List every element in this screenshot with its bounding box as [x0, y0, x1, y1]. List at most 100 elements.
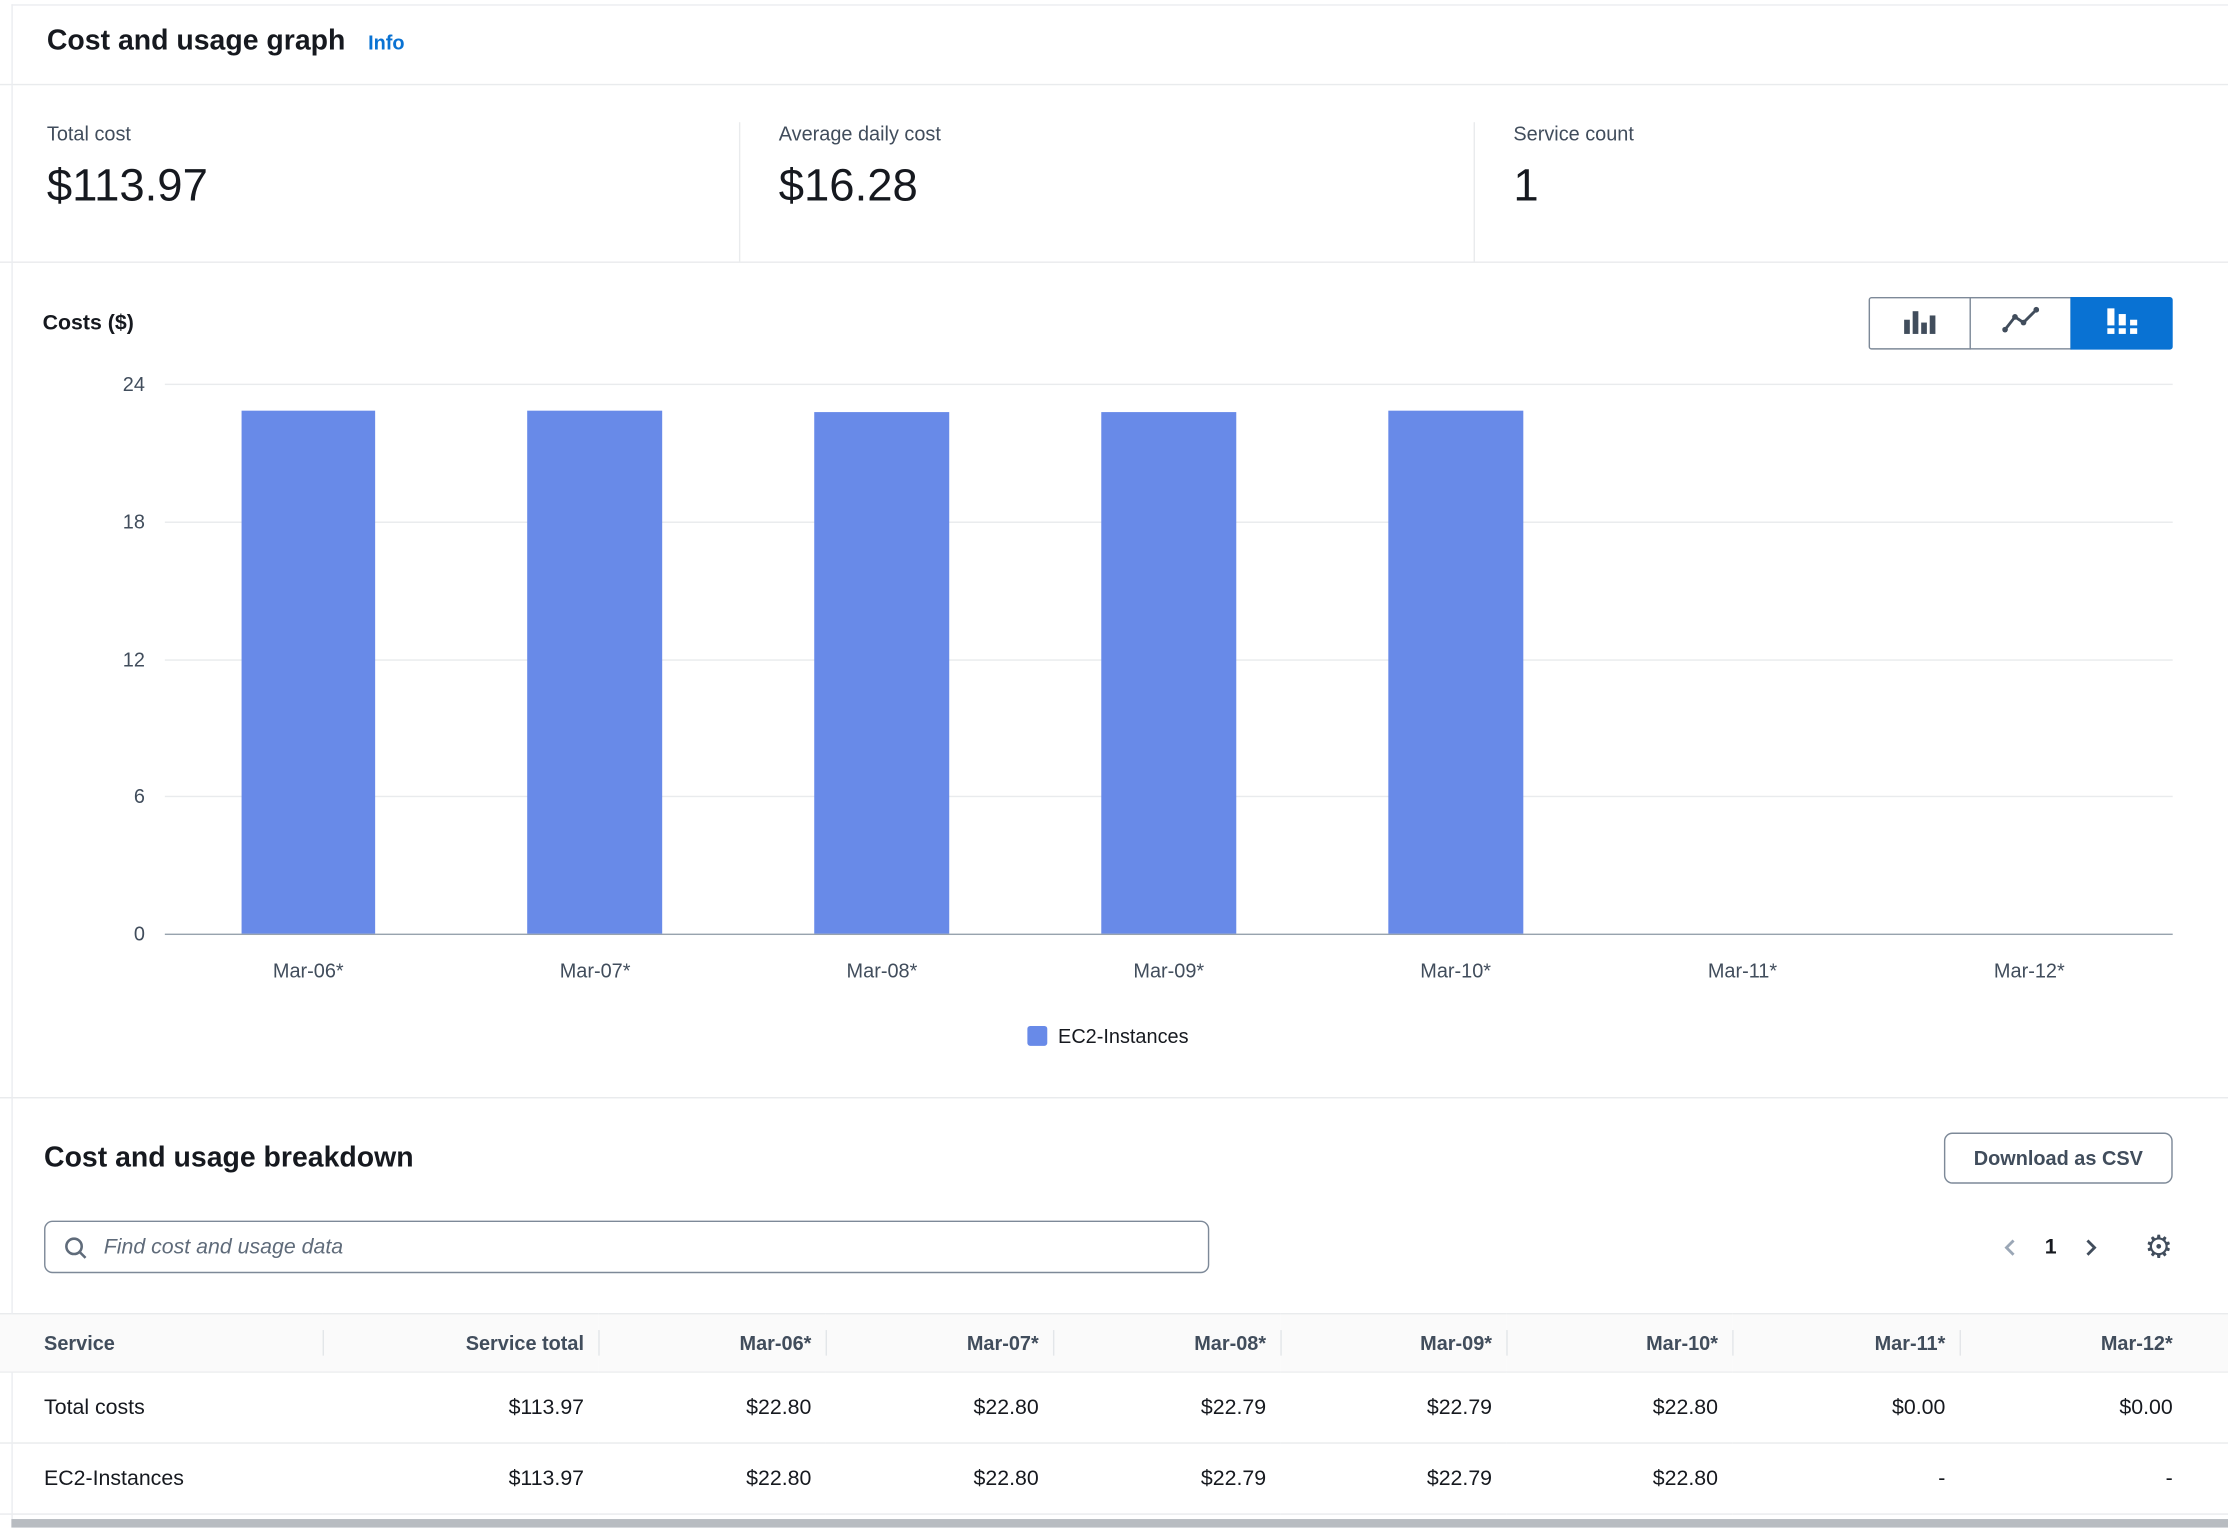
value-cell: $22.79: [1053, 1372, 1280, 1443]
bar-slot: [452, 384, 739, 934]
table-header-row: ServiceService totalMar-06*Mar-07*Mar-08…: [0, 1314, 2228, 1372]
chart-type-toggle: [1869, 297, 2173, 350]
x-tick-label: Mar-08*: [739, 959, 1026, 982]
breakdown-section: Cost and usage breakdown Download as CSV: [0, 1098, 2228, 1514]
column-header: Mar-11*: [1732, 1314, 1959, 1372]
cost-explorer-panel: Cost and usage graph Info Total cost $11…: [0, 0, 2228, 1528]
y-tick-label: 0: [134, 922, 145, 945]
value-cell: $22.80: [598, 1443, 825, 1514]
y-axis-labels: 24181260: [43, 384, 145, 934]
bar-slot: [165, 384, 452, 934]
column-header: Mar-06*: [598, 1314, 825, 1372]
line-chart-icon: [2002, 306, 2039, 342]
chart-header: Costs ($): [43, 297, 2173, 350]
bar-mar-09[interactable]: [1101, 411, 1236, 933]
value-cell: $22.79: [1280, 1443, 1506, 1514]
bar-mar-07[interactable]: [528, 411, 663, 933]
x-tick-label: Mar-11*: [1599, 959, 1886, 982]
x-tick-label: Mar-06*: [165, 959, 452, 982]
value-cell: $22.80: [826, 1443, 1053, 1514]
bar-slot: [1025, 384, 1312, 934]
value-cell: $22.80: [1506, 1443, 1732, 1514]
table-body: Total costs$113.97$22.80$22.80$22.79$22.…: [0, 1372, 2228, 1514]
value-cell: $22.79: [1280, 1372, 1506, 1443]
x-tick-label: Mar-12*: [1886, 959, 2173, 982]
page-header: Cost and usage graph Info: [0, 0, 2228, 85]
value-cell: $113.97: [323, 1372, 599, 1443]
value-cell: $0.00: [1732, 1372, 1959, 1443]
bar-chart-icon: [1901, 306, 1938, 342]
x-tick-label: Mar-07*: [452, 959, 739, 982]
next-page-button[interactable]: [2068, 1230, 2113, 1264]
stat-label: Service count: [1513, 122, 2181, 145]
line-chart-view-button[interactable]: [1970, 297, 2072, 350]
bar-mar-08[interactable]: [815, 411, 950, 933]
bar-mar-10[interactable]: [1388, 411, 1523, 933]
summary-stats: Total cost $113.97 Average daily cost $1…: [0, 85, 2228, 263]
gear-icon: ⚙: [2145, 1228, 2173, 1264]
value-cell: $0.00: [1960, 1372, 2228, 1443]
panel-top-border: [11, 4, 2228, 5]
pagination: 1 ⚙: [1988, 1230, 2173, 1264]
stat-service-count: Service count 1: [1474, 122, 2182, 261]
table-controls: 1 ⚙: [0, 1221, 2228, 1274]
panel-left-border: [11, 4, 12, 1519]
current-page[interactable]: 1: [2033, 1235, 2068, 1259]
value-cell: $22.80: [598, 1372, 825, 1443]
value-cell: -: [1960, 1443, 2228, 1514]
chevron-left-icon: [1999, 1236, 2022, 1259]
chevron-right-icon: [2079, 1236, 2102, 1259]
x-axis-labels: Mar-06*Mar-07*Mar-08*Mar-09*Mar-10*Mar-1…: [165, 959, 2173, 982]
gridline: [165, 934, 2173, 935]
stat-label: Total cost: [47, 122, 739, 145]
value-cell: -: [1732, 1443, 1959, 1514]
column-header: Mar-08*: [1053, 1314, 1280, 1372]
bar-chart-view-button[interactable]: [1869, 297, 1971, 350]
search-icon: [63, 1234, 89, 1260]
search-box[interactable]: [44, 1221, 1209, 1274]
stat-total-cost: Total cost $113.97: [47, 122, 739, 261]
info-link[interactable]: Info: [368, 31, 404, 54]
stat-label: Average daily cost: [779, 122, 1474, 145]
value-cell: $22.80: [1506, 1372, 1732, 1443]
bar-slot: [1599, 384, 1886, 934]
y-tick-label: 6: [134, 785, 145, 808]
table-row: Total costs$113.97$22.80$22.80$22.79$22.…: [0, 1372, 2228, 1443]
search-input[interactable]: [101, 1233, 1191, 1260]
breakdown-title: Cost and usage breakdown: [44, 1142, 414, 1175]
breakdown-header: Cost and usage breakdown Download as CSV: [0, 1133, 2228, 1184]
column-header: Mar-12*: [1960, 1314, 2228, 1372]
download-csv-button[interactable]: Download as CSV: [1944, 1133, 2173, 1184]
stat-value: 1: [1513, 159, 2181, 212]
legend-label: EC2-Instances: [1058, 1025, 1188, 1048]
breakdown-table: ServiceService totalMar-06*Mar-07*Mar-08…: [0, 1313, 2228, 1515]
stat-value: $16.28: [779, 159, 1474, 212]
previous-page-button[interactable]: [1988, 1230, 2033, 1264]
bars-row: [165, 384, 2173, 934]
column-header: Mar-07*: [826, 1314, 1053, 1372]
chart-legend[interactable]: EC2-Instances: [43, 1025, 2173, 1048]
column-header: Mar-10*: [1506, 1314, 1732, 1372]
service-cell: Total costs: [0, 1372, 323, 1443]
bar-mar-06[interactable]: [241, 411, 376, 933]
chart-plot: [165, 384, 2173, 934]
stacked-bar-icon: [2103, 306, 2140, 342]
value-cell: $22.80: [826, 1372, 1053, 1443]
table-row: EC2-Instances$113.97$22.80$22.80$22.79$2…: [0, 1443, 2228, 1514]
bar-slot: [1886, 384, 2173, 934]
chart-body: 24181260: [43, 384, 2173, 934]
service-cell: EC2-Instances: [0, 1443, 323, 1514]
horizontal-scrollbar[interactable]: [11, 1519, 2228, 1528]
table-settings-button[interactable]: ⚙: [2145, 1231, 2173, 1262]
stat-value: $113.97: [47, 159, 739, 212]
value-cell: $113.97: [323, 1443, 599, 1514]
bar-slot: [1312, 384, 1599, 934]
stacked-bar-view-button[interactable]: [2070, 297, 2172, 350]
x-tick-label: Mar-09*: [1025, 959, 1312, 982]
column-header: Service: [0, 1314, 323, 1372]
stat-average-daily-cost: Average daily cost $16.28: [739, 122, 1474, 261]
y-tick-label: 12: [123, 647, 145, 670]
x-tick-label: Mar-10*: [1312, 959, 1599, 982]
column-header: Service total: [323, 1314, 599, 1372]
column-header: Mar-09*: [1280, 1314, 1506, 1372]
